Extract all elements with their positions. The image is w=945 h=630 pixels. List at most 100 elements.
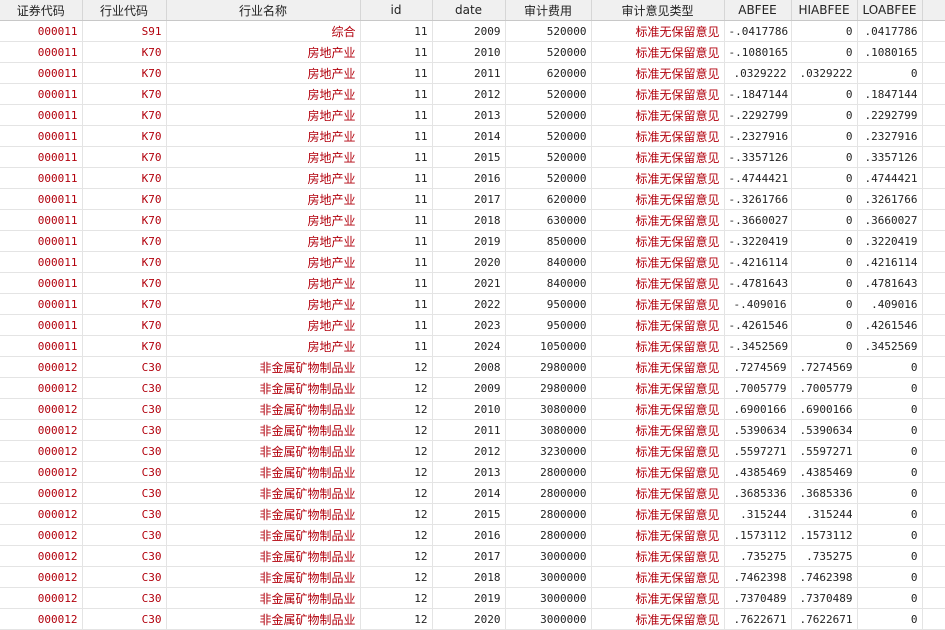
cell-id[interactable]: 11 bbox=[360, 167, 433, 189]
cell-industry-name[interactable]: 房地产业 bbox=[166, 314, 361, 336]
cell-hiabfee[interactable]: .7274569 bbox=[791, 356, 858, 378]
cell-industry-code[interactable]: K70 bbox=[82, 272, 167, 294]
cell-abfee[interactable]: -.1080165 bbox=[724, 41, 792, 63]
cell-id[interactable]: 12 bbox=[360, 461, 433, 483]
cell-stock-code[interactable]: 000011 bbox=[0, 272, 83, 294]
cell-abfee[interactable]: -.3220419 bbox=[724, 230, 792, 252]
cell-audit-fee[interactable]: 620000 bbox=[505, 62, 592, 84]
cell-abfee[interactable]: .6900166 bbox=[724, 398, 792, 420]
cell-hiabfee[interactable]: 0 bbox=[791, 188, 858, 210]
cell-industry-name[interactable]: 非金属矿物制品业 bbox=[166, 377, 361, 399]
cell-industry-name[interactable]: 房地产业 bbox=[166, 41, 361, 63]
table-row[interactable]: 000011 K70 房地产业 11 2016 520000 标准无保留意见 -.474442… bbox=[0, 167, 945, 189]
cell-stock-code[interactable]: 000012 bbox=[0, 545, 83, 567]
cell-stock-code[interactable]: 000011 bbox=[0, 167, 83, 189]
cell-audit-opinion[interactable]: 标准无保留意见 bbox=[591, 419, 725, 441]
cell-audit-fee[interactable]: 2980000 bbox=[505, 377, 592, 399]
cell-stock-code[interactable]: 000011 bbox=[0, 146, 83, 168]
cell-audit-fee[interactable]: 2800000 bbox=[505, 524, 592, 546]
cell-abfee[interactable]: -.3357126 bbox=[724, 146, 792, 168]
table-row[interactable]: 000011 K70 房地产业 11 2024 1050000 标准无保留意见 -.34525… bbox=[0, 335, 945, 357]
cell-hiabfee[interactable]: .1573112 bbox=[791, 524, 858, 546]
cell-industry-code[interactable]: C30 bbox=[82, 545, 167, 567]
cell-date[interactable]: 2010 bbox=[432, 398, 506, 420]
cell-loabfee[interactable]: .3261766 bbox=[857, 188, 923, 210]
cell-abfee[interactable]: -.3261766 bbox=[724, 188, 792, 210]
cell-abfee[interactable]: -.3660027 bbox=[724, 209, 792, 231]
cell-stock-code[interactable]: 000011 bbox=[0, 293, 83, 315]
cell-industry-code[interactable]: K70 bbox=[82, 251, 167, 273]
cell-abfee[interactable]: -.0417786 bbox=[724, 20, 792, 42]
cell-audit-opinion[interactable]: 标准无保留意见 bbox=[591, 251, 725, 273]
cell-industry-name[interactable]: 房地产业 bbox=[166, 230, 361, 252]
cell-audit-fee[interactable]: 520000 bbox=[505, 146, 592, 168]
cell-id[interactable]: 11 bbox=[360, 62, 433, 84]
cell-hiabfee[interactable]: .0329222 bbox=[791, 62, 858, 84]
cell-audit-opinion[interactable]: 标准无保留意见 bbox=[591, 524, 725, 546]
cell-industry-name[interactable]: 非金属矿物制品业 bbox=[166, 356, 361, 378]
cell-loabfee[interactable]: .2327916 bbox=[857, 125, 923, 147]
cell-loabfee[interactable]: .3357126 bbox=[857, 146, 923, 168]
cell-industry-name[interactable]: 房地产业 bbox=[166, 104, 361, 126]
cell-industry-code[interactable]: C30 bbox=[82, 461, 167, 483]
cell-hiabfee[interactable]: .7005779 bbox=[791, 377, 858, 399]
cell-abfee[interactable]: -.4781643 bbox=[724, 272, 792, 294]
cell-audit-fee[interactable]: 950000 bbox=[505, 293, 592, 315]
cell-audit-opinion[interactable]: 标准无保留意见 bbox=[591, 125, 725, 147]
cell-industry-code[interactable]: C30 bbox=[82, 503, 167, 525]
cell-stock-code[interactable]: 000012 bbox=[0, 377, 83, 399]
table-row[interactable]: 000011 K70 房地产业 11 2013 520000 标准无保留意见 -.229279… bbox=[0, 104, 945, 126]
cell-hiabfee[interactable]: 0 bbox=[791, 41, 858, 63]
cell-industry-name[interactable]: 非金属矿物制品业 bbox=[166, 608, 361, 630]
table-row[interactable]: 000011 K70 房地产业 11 2020 840000 标准无保留意见 -.421611… bbox=[0, 251, 945, 273]
cell-abfee[interactable]: .7462398 bbox=[724, 566, 792, 588]
cell-loabfee[interactable]: .3452569 bbox=[857, 335, 923, 357]
cell-abfee[interactable]: .0329222 bbox=[724, 62, 792, 84]
cell-industry-name[interactable]: 非金属矿物制品业 bbox=[166, 587, 361, 609]
cell-date[interactable]: 2021 bbox=[432, 272, 506, 294]
cell-id[interactable]: 11 bbox=[360, 314, 433, 336]
cell-hiabfee[interactable]: .315244 bbox=[791, 503, 858, 525]
cell-audit-fee[interactable]: 520000 bbox=[505, 104, 592, 126]
cell-industry-code[interactable]: C30 bbox=[82, 356, 167, 378]
cell-audit-fee[interactable]: 630000 bbox=[505, 209, 592, 231]
cell-industry-code[interactable]: K70 bbox=[82, 230, 167, 252]
cell-abfee[interactable]: .3685336 bbox=[724, 482, 792, 504]
cell-audit-opinion[interactable]: 标准无保留意见 bbox=[591, 356, 725, 378]
cell-abfee[interactable]: -.4261546 bbox=[724, 314, 792, 336]
column-header-loabfee[interactable]: LOABFEE bbox=[857, 0, 923, 21]
cell-id[interactable]: 11 bbox=[360, 146, 433, 168]
cell-id[interactable]: 11 bbox=[360, 293, 433, 315]
cell-industry-code[interactable]: C30 bbox=[82, 482, 167, 504]
cell-id[interactable]: 11 bbox=[360, 125, 433, 147]
cell-industry-code[interactable]: S91 bbox=[82, 20, 167, 42]
cell-stock-code[interactable]: 000012 bbox=[0, 608, 83, 630]
cell-date[interactable]: 2018 bbox=[432, 209, 506, 231]
cell-date[interactable]: 2015 bbox=[432, 146, 506, 168]
cell-audit-opinion[interactable]: 标准无保留意见 bbox=[591, 335, 725, 357]
cell-abfee[interactable]: .7622671 bbox=[724, 608, 792, 630]
table-row[interactable]: 000012 C30 非金属矿物制品业 12 2016 2800000 标准无保留意见 .15… bbox=[0, 524, 945, 546]
cell-hiabfee[interactable]: .4385469 bbox=[791, 461, 858, 483]
cell-stock-code[interactable]: 000011 bbox=[0, 41, 83, 63]
cell-hiabfee[interactable]: .5597271 bbox=[791, 440, 858, 462]
cell-audit-opinion[interactable]: 标准无保留意见 bbox=[591, 377, 725, 399]
cell-industry-code[interactable]: C30 bbox=[82, 419, 167, 441]
cell-audit-opinion[interactable]: 标准无保留意见 bbox=[591, 209, 725, 231]
cell-stock-code[interactable]: 000012 bbox=[0, 356, 83, 378]
cell-industry-code[interactable]: K70 bbox=[82, 125, 167, 147]
cell-date[interactable]: 2009 bbox=[432, 377, 506, 399]
table-row[interactable]: 000011 K70 房地产业 11 2011 620000 标准无保留意见 .0329222… bbox=[0, 62, 945, 84]
cell-date[interactable]: 2010 bbox=[432, 41, 506, 63]
cell-industry-name[interactable]: 非金属矿物制品业 bbox=[166, 398, 361, 420]
cell-audit-opinion[interactable]: 标准无保留意见 bbox=[591, 545, 725, 567]
cell-id[interactable]: 12 bbox=[360, 419, 433, 441]
cell-audit-opinion[interactable]: 标准无保留意见 bbox=[591, 104, 725, 126]
cell-loabfee[interactable]: 0 bbox=[857, 62, 923, 84]
table-row[interactable]: 000012 C30 非金属矿物制品业 12 2009 2980000 标准无保留意见 .70… bbox=[0, 377, 945, 399]
cell-audit-fee[interactable]: 1050000 bbox=[505, 335, 592, 357]
cell-industry-name[interactable]: 非金属矿物制品业 bbox=[166, 524, 361, 546]
column-header-hiabfee[interactable]: HIABFEE bbox=[791, 0, 858, 21]
table-row[interactable]: 000012 C30 非金属矿物制品业 12 2010 3080000 标准无保留意见 .69… bbox=[0, 398, 945, 420]
cell-stock-code[interactable]: 000012 bbox=[0, 503, 83, 525]
